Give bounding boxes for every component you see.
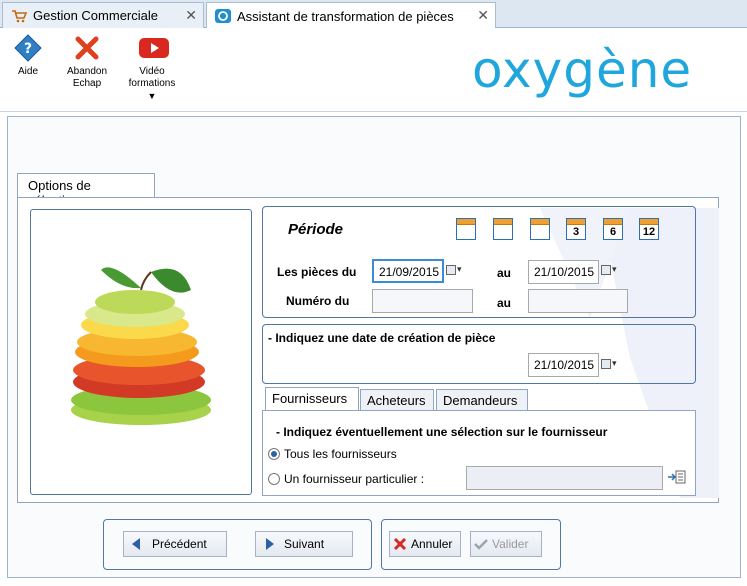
fruit-stack-image: [71, 267, 211, 425]
select-list-icon[interactable]: [668, 470, 686, 484]
supplier-field[interactable]: [466, 466, 663, 490]
suivant-button[interactable]: Suivant: [255, 531, 353, 557]
radio-all-suppliers[interactable]: [268, 448, 280, 460]
abandon-button[interactable]: Abandon Echap: [60, 34, 114, 90]
check-icon: [474, 537, 488, 551]
oxygene-logo: oxygène: [472, 41, 693, 99]
one-supplier-label: Un fournisseur particulier :: [284, 472, 425, 486]
cancel-x-icon: [393, 537, 407, 551]
annuler-label: Annuler: [411, 537, 453, 551]
period-month-icon[interactable]: [530, 218, 550, 240]
valider-label: Valider: [492, 537, 529, 551]
creation-date-title: - Indiquez une date de création de pièce: [268, 331, 496, 345]
fournisseur-instruction: - Indiquez éventuellement une sélection …: [276, 425, 608, 439]
numero-from-field[interactable]: [372, 289, 473, 313]
abandon-shortcut: Echap: [72, 78, 102, 89]
tab-label: Assistant de transformation de pièces: [237, 8, 454, 24]
periode-title: Période: [288, 221, 344, 238]
video-label-2: formations: [128, 78, 176, 89]
date-to-field[interactable]: 21/10/2015: [528, 260, 599, 284]
close-icon[interactable]: ✕: [185, 7, 197, 24]
numero-du-label: Numéro du: [286, 294, 350, 308]
aide-label: Aide: [17, 66, 38, 77]
abandon-label: Abandon: [66, 66, 108, 77]
dropdown-arrow-icon[interactable]: ▼: [148, 91, 157, 101]
date-from-field[interactable]: 21/09/2015: [372, 259, 444, 283]
precedent-button[interactable]: Précédent: [123, 531, 227, 557]
tab-acheteurs[interactable]: Acheteurs :: [360, 389, 434, 423]
oxygene-icon: [215, 9, 231, 23]
illustration-frame: [30, 209, 252, 495]
tab-demandeurs[interactable]: Demandeurs :: [436, 389, 528, 423]
all-suppliers-label: Tous les fournisseurs: [284, 447, 397, 461]
tab-label: Gestion Commerciale: [33, 8, 158, 23]
numero-to-field[interactable]: [528, 289, 628, 313]
calendar-icon[interactable]: ▾: [601, 358, 623, 372]
calendar-icon[interactable]: ▾: [601, 264, 623, 278]
aide-button[interactable]: ? Aide: [10, 34, 46, 78]
close-icon[interactable]: ✕: [477, 7, 489, 24]
video-formations-button[interactable]: Vidéo formations ▼: [124, 34, 180, 103]
au-label: au: [497, 296, 512, 310]
au-label: au: [497, 266, 512, 280]
creation-date-field[interactable]: 21/10/2015: [528, 353, 599, 377]
help-icon: ?: [14, 34, 42, 62]
precedent-label: Précédent: [152, 537, 207, 551]
cart-icon: [11, 9, 28, 23]
youtube-icon: [138, 34, 169, 62]
period-12-months-icon[interactable]: 12: [639, 218, 659, 240]
pieces-du-label: Les pièces du: [277, 265, 357, 279]
tab-assistant-transformation[interactable]: Assistant de transformation de pièces ✕: [206, 2, 496, 29]
arrow-left-icon: [130, 537, 144, 551]
suivant-label: Suivant: [284, 537, 325, 551]
period-week-icon[interactable]: [493, 218, 513, 240]
calendar-icon[interactable]: ▾: [446, 264, 468, 278]
annuler-button[interactable]: Annuler: [389, 531, 461, 557]
radio-one-supplier[interactable]: [268, 473, 280, 485]
tab-options-selection[interactable]: Options de sélection: [17, 173, 155, 208]
video-label: Vidéo: [139, 66, 165, 77]
cancel-x-icon: [73, 34, 101, 62]
period-3-months-icon[interactable]: 3: [566, 218, 586, 240]
period-day-icon[interactable]: [456, 218, 476, 240]
tab-fournisseurs[interactable]: Fournisseurs :: [265, 387, 359, 421]
svg-text:?: ?: [24, 41, 32, 57]
valider-button[interactable]: Valider: [470, 531, 542, 557]
arrow-right-icon: [262, 537, 276, 551]
tab-gestion-commerciale[interactable]: Gestion Commerciale ✕: [2, 2, 204, 28]
period-6-months-icon[interactable]: 6: [603, 218, 623, 240]
